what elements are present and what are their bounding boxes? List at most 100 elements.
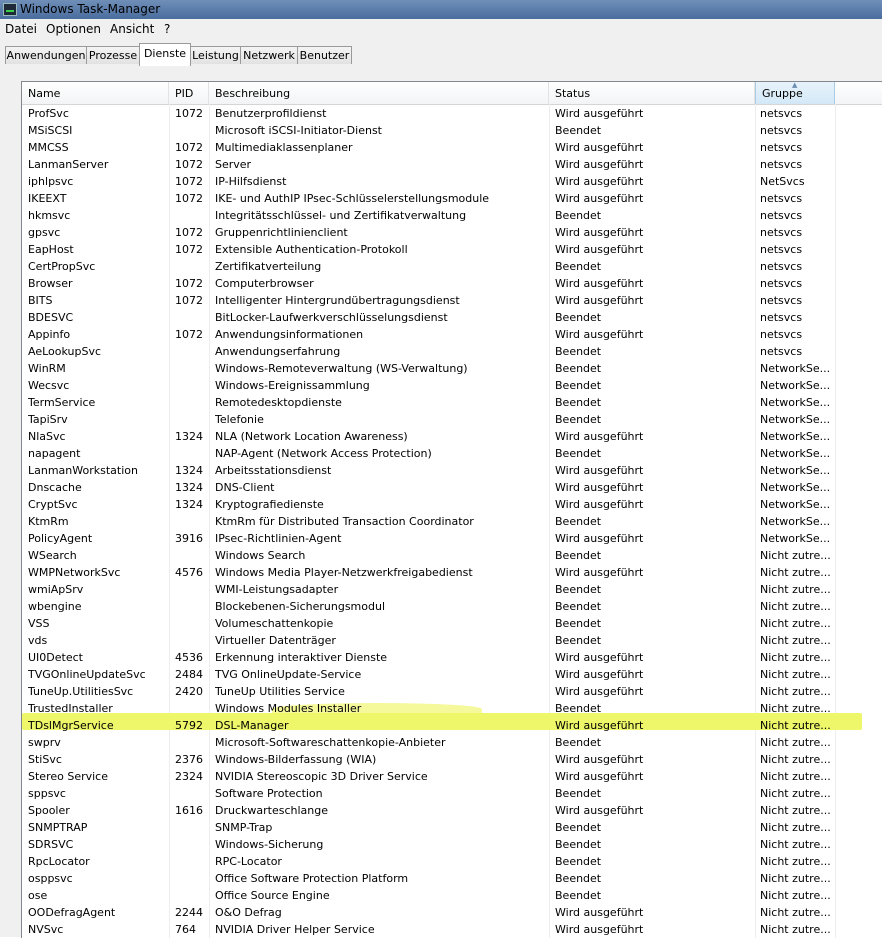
menu-optionen[interactable]: Optionen	[46, 22, 101, 36]
table-row[interactable]: StiSvc 2376 Windows-Bilderfassung (WIA) Wir…	[22, 751, 882, 768]
table-row[interactable]: TapiSrv Telefonie Beendet NetworkSe...	[22, 411, 882, 428]
menu-help[interactable]: ?	[164, 22, 170, 36]
table-row[interactable]: napagent NAP-Agent (Network Access Protec…	[22, 445, 882, 462]
table-row[interactable]: vds Virtueller Datenträger Beendet Nicht zu…	[22, 632, 882, 649]
table-row[interactable]: BITS 1072 Intelligenter Hintergrundübertra…	[22, 292, 882, 309]
table-row[interactable]: NlaSvc 1324 NLA (Network Location Awarenes…	[22, 428, 882, 445]
table-row[interactable]: RpcLocator RPC-Locator Beendet Nicht zutre.…	[22, 853, 882, 870]
table-row[interactable]: Stereo Service 2324 NVIDIA Stereoscopic 3D…	[22, 768, 882, 785]
table-row[interactable]: IKEEXT 1072 IKE- und AuthIP IPsec-Schlüsse…	[22, 190, 882, 207]
service-description: Erkennung interaktiver Dienste	[215, 651, 388, 664]
table-row[interactable]: wbengine Blockebenen-Sicherungsmodul Beend…	[22, 598, 882, 615]
service-group: Nicht zutre...	[760, 787, 831, 800]
service-status: Wird ausgeführt	[555, 498, 644, 511]
table-row[interactable]: PolicyAgent 3916 IPsec-Richtlinien-Agent Wi…	[22, 530, 882, 547]
table-row[interactable]: TuneUp.UtilitiesSvc 2420 TuneUp Utilities …	[22, 683, 882, 700]
table-row[interactable]: NVSvc 764 NVIDIA Driver Helper Service Wird…	[22, 921, 882, 938]
table-row[interactable]: MMCSS 1072 Multimediaklassenplaner Wird aus…	[22, 139, 882, 156]
services-list[interactable]: Name PID Beschreibung Status ▲ Gruppe Pr…	[21, 81, 882, 938]
service-description: Server	[215, 158, 252, 171]
service-description: Anwendungserfahrung	[215, 345, 341, 358]
service-description: Windows-Sicherung	[215, 838, 324, 851]
service-status: Beendet	[555, 855, 602, 868]
table-row[interactable]: swprv Microsoft-Softwareschattenkopie-Anb…	[22, 734, 882, 751]
column-header-pid[interactable]: PID	[169, 82, 209, 104]
service-description: WMI-Leistungsadapter	[215, 583, 339, 596]
table-row[interactable]: MSiSCSI Microsoft iSCSI-Initiator-Dienst B…	[22, 122, 882, 139]
service-group: NetworkSe...	[760, 498, 831, 511]
table-row-highlighted[interactable]: TDslMgrService 5792 DSL-Manager Wird ausgef…	[22, 717, 882, 734]
tab-leistung[interactable]: Leistung	[190, 46, 241, 64]
table-row[interactable]: TermService Remotedesktopdienste Beendet Ne…	[22, 394, 882, 411]
service-group: Nicht zutre...	[760, 617, 831, 630]
table-row[interactable]: Browser 1072 Computerbrowser Wird ausgeführ…	[22, 275, 882, 292]
column-header-name[interactable]: Name	[22, 82, 169, 104]
service-pid: 2324	[175, 770, 203, 783]
table-row[interactable]: CryptSvc 1324 Kryptografiedienste Wird ausg…	[22, 496, 882, 513]
service-group: netsvcs	[760, 243, 803, 256]
table-row[interactable]: Dnscache 1324 DNS-Client Wird ausgeführt Net…	[22, 479, 882, 496]
tab-prozesse[interactable]: Prozesse	[86, 46, 140, 64]
table-row[interactable]: iphlpsvc 1072 IP-Hilfsdienst Wird ausgeführ…	[22, 173, 882, 190]
table-row[interactable]: WMPNetworkSvc 4576 Windows Media Player-Ne…	[22, 564, 882, 581]
service-group: NetworkSe...	[760, 379, 831, 392]
service-status: Wird ausgeführt	[555, 566, 644, 579]
service-description: Windows-Remoteverwaltung (WS-Verwaltung)	[215, 362, 468, 375]
tab-dienste[interactable]: Dienste	[139, 43, 191, 66]
table-row[interactable]: VSS Volumeschattenkopie Beendet Nicht zutre…	[22, 615, 882, 632]
table-row[interactable]: LanmanServer 1072 Server Wird ausgeführt net…	[22, 156, 882, 173]
service-group: Nicht zutre...	[760, 736, 831, 749]
table-row[interactable]: TVGOnlineUpdateSvc 2484 TVG OnlineUpdate-S…	[22, 666, 882, 683]
service-status: Beendet	[555, 362, 602, 375]
tab-anwendungen[interactable]: Anwendungen	[5, 46, 87, 64]
column-header-status[interactable]: Status	[549, 82, 755, 104]
service-status: Wird ausgeführt	[555, 294, 644, 307]
service-name: Wecsvc	[28, 379, 70, 392]
table-row[interactable]: Spooler 1616 Druckwarteschlange Wird ausgef…	[22, 802, 882, 819]
menu-datei[interactable]: Datei	[5, 22, 37, 36]
table-row[interactable]: OODefragAgent 2244 O&O Defrag Wird ausgefüh…	[22, 904, 882, 921]
table-row[interactable]: Wecsvc Windows-Ereignissammlung Beendet Net…	[22, 377, 882, 394]
column-header-description[interactable]: Beschreibung	[209, 82, 549, 104]
table-row[interactable]: EapHost 1072 Extensible Authentication-Pro…	[22, 241, 882, 258]
service-pid: 1072	[175, 328, 203, 341]
service-name: osppsvc	[28, 872, 73, 885]
service-description: Office Software Protection Platform	[215, 872, 409, 885]
table-row[interactable]: KtmRm KtmRm für Distributed Transaction C…	[22, 513, 882, 530]
service-group: Nicht zutre...	[760, 906, 831, 919]
service-description: IP-Hilfsdienst	[215, 175, 287, 188]
table-row[interactable]: TrustedInstaller Windows Modules Installe…	[22, 700, 882, 717]
table-row[interactable]: BDESVC BitLocker-Laufwerkverschlüsselungs…	[22, 309, 882, 326]
table-row[interactable]: LanmanWorkstation 1324 Arbeitsstationsdien…	[22, 462, 882, 479]
service-group: Nicht zutre...	[760, 753, 831, 766]
service-pid: 1072	[175, 107, 203, 120]
table-row[interactable]: UI0Detect 4536 Erkennung interaktiver Dien…	[22, 649, 882, 666]
table-row[interactable]: CertPropSvc Zertifikatverteilung Beendet ne…	[22, 258, 882, 275]
service-name: VSS	[28, 617, 50, 630]
column-header-group[interactable]: ▲ Gruppe	[755, 82, 835, 104]
table-row[interactable]: ProfSvc 1072 Benutzerprofildienst Wird ausg…	[22, 105, 882, 122]
table-row[interactable]: Appinfo 1072 Anwendungsinformationen Wird a…	[22, 326, 882, 343]
table-row[interactable]: sppsvc Software Protection Beendet Nicht zu…	[22, 785, 882, 802]
service-name: RpcLocator	[28, 855, 90, 868]
tab-netzwerk[interactable]: Netzwerk	[240, 46, 298, 64]
table-row[interactable]: SDRSVC Windows-Sicherung Beendet Nicht zutr…	[22, 836, 882, 853]
service-group: Nicht zutre...	[760, 923, 831, 936]
table-row[interactable]: hkmsvc Integritätsschlüssel- und Zertifik…	[22, 207, 882, 224]
service-description: IKE- und AuthIP IPsec-Schlüsselerstellun…	[215, 192, 490, 205]
tab-benutzer[interactable]: Benutzer	[297, 46, 352, 64]
service-group: Nicht zutre...	[760, 685, 831, 698]
table-row[interactable]: ose Office Source Engine Beendet Nicht zutr…	[22, 887, 882, 904]
table-row[interactable]: AeLookupSvc Anwendungserfahrung Beendet net…	[22, 343, 882, 360]
table-row[interactable]: osppsvc Office Software Protection Platfo…	[22, 870, 882, 887]
service-pid: 1072	[175, 243, 203, 256]
table-row[interactable]: WinRM Windows-Remoteverwaltung (WS-Verwal…	[22, 360, 882, 377]
service-group: Nicht zutre...	[760, 821, 831, 834]
table-row[interactable]: SNMPTRAP SNMP-Trap Beendet Nicht zutre...	[22, 819, 882, 836]
menu-ansicht[interactable]: Ansicht	[110, 22, 154, 36]
service-name: swprv	[28, 736, 61, 749]
service-pid: 2484	[175, 668, 203, 681]
table-row[interactable]: WSearch Windows Search Beendet Nicht zutre.…	[22, 547, 882, 564]
table-row[interactable]: gpsvc 1072 Gruppenrichtlinienclient Wird au…	[22, 224, 882, 241]
table-row[interactable]: wmiApSrv WMI-Leistungsadapter Beendet Nicht…	[22, 581, 882, 598]
